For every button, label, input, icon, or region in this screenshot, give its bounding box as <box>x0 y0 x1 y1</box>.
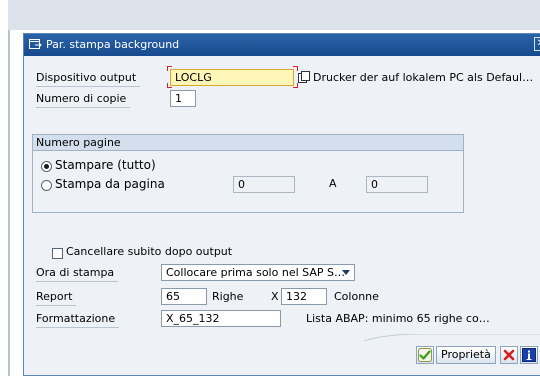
page-to-input[interactable]: 0 <box>366 176 428 193</box>
chevron-down-icon <box>342 270 350 275</box>
copies-label: Numero di copie <box>36 91 131 108</box>
delete-after-output-label: Cancellare subito dopo output <box>66 245 233 258</box>
footer-divider <box>364 334 540 342</box>
report-rows-label: Righe <box>212 290 244 303</box>
print-parameters-dialog: Par. stampa background ✕ Dispositivo out… <box>23 33 540 376</box>
output-device-input[interactable]: LOCLG <box>170 69 294 86</box>
formatting-label: Formattazione <box>36 311 120 328</box>
info-button[interactable] <box>520 346 538 364</box>
confirm-button[interactable] <box>416 346 434 364</box>
print-all-label: Stampare (tutto) <box>55 158 156 172</box>
delete-after-output-checkbox[interactable] <box>52 248 63 259</box>
background-panel <box>8 0 540 30</box>
output-device-label: Dispositivo output <box>36 70 141 87</box>
page-from-input[interactable]: 0 <box>233 176 295 193</box>
cancel-x-icon <box>503 349 515 361</box>
print-time-dropdown[interactable]: Collocare prima solo nel SAP S… <box>161 264 355 281</box>
close-icon[interactable]: ✕ <box>534 37 540 51</box>
print-time-value: Collocare prima solo nel SAP S… <box>166 266 345 279</box>
print-from-radio[interactable] <box>41 180 52 191</box>
page-to-label: A <box>329 177 337 190</box>
report-columns-label: Colonne <box>334 290 379 303</box>
formatting-description: Lista ABAP: minimo 65 righe co… <box>306 312 490 325</box>
formatting-input[interactable]: X_65_132 <box>161 310 281 327</box>
properties-button[interactable]: Proprietà <box>436 346 496 364</box>
print-time-label: Ora di stampa <box>36 265 119 282</box>
focus-corner <box>167 83 172 88</box>
cancel-button[interactable] <box>500 346 518 364</box>
copies-input[interactable]: 1 <box>170 90 196 107</box>
dialog-title: Par. stampa background <box>46 38 180 51</box>
dialog-window-icon <box>29 38 42 51</box>
report-label: Report <box>36 289 77 306</box>
report-x-label: X <box>271 290 279 303</box>
checkmark-icon <box>418 348 432 362</box>
report-columns-input[interactable]: 132 <box>281 288 327 305</box>
dialog-titlebar: Par. stampa background ✕ <box>24 34 540 56</box>
output-device-description: Drucker der auf lokalem PC als Defaul… <box>313 71 534 84</box>
info-icon <box>522 348 536 362</box>
background-splitter <box>8 30 10 376</box>
print-from-label: Stampa da pagina <box>55 177 165 191</box>
pages-group-header: Numero pagine <box>33 135 463 151</box>
report-rows-input[interactable]: 65 <box>161 288 207 305</box>
copy-icon[interactable] <box>298 71 311 84</box>
focus-corner <box>167 66 172 71</box>
print-all-radio[interactable] <box>41 161 52 172</box>
pages-groupbox: Numero pagine Stampare (tutto) Stampa da… <box>32 134 464 213</box>
